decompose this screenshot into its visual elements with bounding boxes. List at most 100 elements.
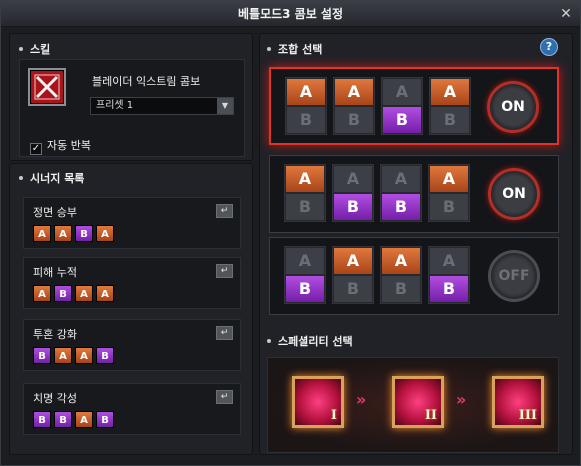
combo-cell-A[interactable]: A bbox=[431, 79, 469, 105]
speciality-item-1-icon[interactable]: I bbox=[292, 376, 344, 428]
combo-column: A B bbox=[428, 164, 470, 222]
apply-combo-button[interactable]: ↵ bbox=[216, 264, 233, 278]
combo-column: A B bbox=[380, 164, 422, 222]
combo-column: A B bbox=[332, 246, 374, 304]
help-icon[interactable]: ? bbox=[540, 38, 558, 56]
preset-dropdown[interactable]: 프리셋 1 ▼ bbox=[90, 97, 234, 115]
close-button[interactable]: ✕ bbox=[558, 6, 574, 22]
combo-column: A B bbox=[428, 246, 470, 304]
combo-cell-A[interactable]: A bbox=[287, 79, 325, 105]
combo-column: A B bbox=[285, 77, 327, 135]
combo-cell-B[interactable]: B bbox=[430, 194, 468, 220]
combo-cell-B[interactable]: B bbox=[430, 276, 468, 302]
preset-value: 프리셋 1 bbox=[96, 100, 134, 111]
combo-toggle-button[interactable]: ON bbox=[488, 168, 540, 220]
auto-repeat-option[interactable]: ✓ 자동 반복 bbox=[30, 137, 91, 155]
auto-repeat-checkbox[interactable]: ✓ bbox=[30, 143, 42, 155]
speciality-area: I » II » III bbox=[267, 357, 559, 453]
combo-column: A B bbox=[284, 246, 326, 304]
combo-badge: B bbox=[33, 347, 51, 364]
combo-column: A B bbox=[284, 164, 326, 222]
combo-cell-A[interactable]: A bbox=[382, 248, 420, 274]
combo-cell-B[interactable]: B bbox=[431, 107, 469, 133]
combo-cell-B[interactable]: B bbox=[287, 107, 325, 133]
speciality-number: I bbox=[330, 408, 337, 423]
combo-settings-window: 베틀모드3 콤보 설정 ✕ 스킬 블레이더 익스트림 콤보 프리셋 1 ▼ ✓ 자… bbox=[0, 0, 581, 466]
combo-badge: A bbox=[96, 285, 114, 302]
synergy-item: 투혼 강화 ↵ BAAB bbox=[23, 319, 241, 371]
bullet-icon bbox=[267, 339, 271, 343]
combo-column: A B bbox=[332, 164, 374, 222]
combo-cell-A[interactable]: A bbox=[286, 248, 324, 274]
bullet-icon bbox=[267, 47, 271, 51]
combo-cell-B[interactable]: B bbox=[382, 194, 420, 220]
auto-repeat-label: 자동 반복 bbox=[47, 139, 91, 152]
double-arrow-icon: » bbox=[356, 390, 367, 409]
crossed-swords-skill-icon[interactable] bbox=[28, 68, 66, 106]
speciality-item-2-icon[interactable]: II bbox=[392, 376, 444, 428]
combo-badge: B bbox=[75, 225, 93, 242]
combo-toggle-button[interactable]: ON bbox=[487, 81, 539, 133]
synergy-combo: AABA bbox=[33, 225, 117, 242]
combo-cell-B[interactable]: B bbox=[335, 107, 373, 133]
combo-cell-A[interactable]: A bbox=[430, 166, 468, 192]
double-arrow-icon: » bbox=[456, 390, 467, 409]
combo-section-title: 조합 선택 bbox=[267, 41, 322, 57]
combo-badge: B bbox=[54, 285, 72, 302]
combo-row: A B A B A B A B OFF bbox=[269, 237, 559, 315]
combo-toggle-button[interactable]: OFF bbox=[488, 250, 540, 302]
chevron-down-icon[interactable]: ▼ bbox=[217, 98, 233, 114]
bullet-icon bbox=[19, 176, 23, 180]
combo-badge: B bbox=[33, 411, 51, 428]
combo-cell-A[interactable]: A bbox=[430, 248, 468, 274]
synergy-label: 치명 각성 bbox=[33, 392, 77, 405]
synergy-item: 정면 승부 ↵ AABA bbox=[23, 197, 241, 249]
speciality-number: II bbox=[424, 408, 437, 423]
synergy-item: 치명 각성 ↵ BBAB bbox=[23, 383, 241, 435]
window-titlebar[interactable]: 베틀모드3 콤보 설정 ✕ bbox=[1, 1, 580, 27]
combo-badge: A bbox=[33, 285, 51, 302]
combo-column: A B bbox=[380, 246, 422, 304]
synergy-item: 피해 누적 ↵ ABAA bbox=[23, 257, 241, 309]
combo-cell-B[interactable]: B bbox=[383, 107, 421, 133]
apply-combo-button[interactable]: ↵ bbox=[216, 204, 233, 218]
combo-cell-A[interactable]: A bbox=[335, 79, 373, 105]
combo-badge: A bbox=[96, 225, 114, 242]
combo-cell-B[interactable]: B bbox=[334, 276, 372, 302]
speciality-section-title: 스페셜리티 선택 bbox=[267, 333, 353, 349]
synergy-label: 투혼 강화 bbox=[33, 328, 77, 341]
speciality-item-3-icon[interactable]: III bbox=[492, 376, 544, 428]
combo-cell-B[interactable]: B bbox=[334, 194, 372, 220]
synergy-combo: BBAB bbox=[33, 411, 117, 428]
combo-badge: A bbox=[33, 225, 51, 242]
speciality-number: III bbox=[518, 408, 537, 423]
combo-cell-B[interactable]: B bbox=[286, 276, 324, 302]
combo-badge: A bbox=[75, 411, 93, 428]
combo-cell-A[interactable]: A bbox=[382, 166, 420, 192]
synergy-combo: ABAA bbox=[33, 285, 117, 302]
skill-name: 블레이더 익스트림 콤보 bbox=[92, 75, 201, 88]
combo-badge: A bbox=[75, 285, 93, 302]
synergy-label: 정면 승부 bbox=[33, 206, 77, 219]
skill-section-title: 스킬 bbox=[19, 41, 50, 57]
bullet-icon bbox=[19, 47, 23, 51]
combo-badge: B bbox=[54, 411, 72, 428]
combo-row: A B A B A B A B ON bbox=[269, 67, 559, 145]
combo-cell-B[interactable]: B bbox=[382, 276, 420, 302]
apply-combo-button[interactable]: ↵ bbox=[216, 390, 233, 404]
combo-column: A B bbox=[429, 77, 471, 135]
combo-badge: B bbox=[96, 347, 114, 364]
combo-column: A B bbox=[381, 77, 423, 135]
combo-badge: A bbox=[54, 347, 72, 364]
combo-column: A B bbox=[333, 77, 375, 135]
apply-combo-button[interactable]: ↵ bbox=[216, 326, 233, 340]
combo-cell-A[interactable]: A bbox=[286, 166, 324, 192]
combo-cell-B[interactable]: B bbox=[286, 194, 324, 220]
combo-badge: B bbox=[96, 411, 114, 428]
combo-badge: A bbox=[75, 347, 93, 364]
combo-cell-A[interactable]: A bbox=[383, 79, 421, 105]
window-title: 베틀모드3 콤보 설정 bbox=[237, 7, 344, 21]
combo-cell-A[interactable]: A bbox=[334, 248, 372, 274]
synergy-label: 피해 누적 bbox=[33, 266, 77, 279]
combo-cell-A[interactable]: A bbox=[334, 166, 372, 192]
